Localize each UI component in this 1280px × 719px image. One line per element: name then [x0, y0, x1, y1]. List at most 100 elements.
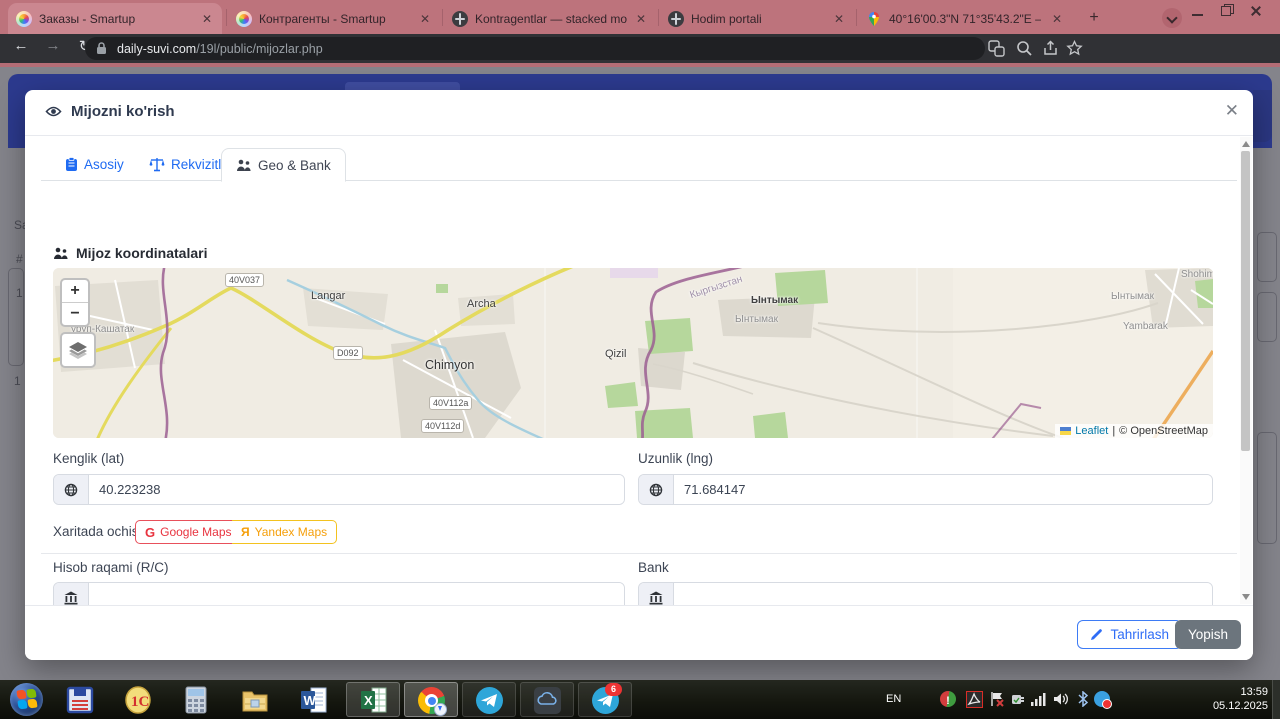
leaflet-map[interactable]: 40V037 Langar Archa уруп-Кашатак D092 Ch… — [53, 268, 1213, 438]
app-chrome-taskbar-button[interactable] — [404, 682, 458, 717]
modal-tabs: Asosiy Rekvizitlar Geo & Bank — [41, 148, 1237, 182]
app-word-icon[interactable]: W — [300, 686, 328, 714]
tab-orders[interactable]: Заказы - Smartup ✕ — [8, 3, 222, 34]
translate-icon[interactable] — [988, 40, 1005, 57]
section-title-text: Mijoz koordinatalari — [76, 245, 208, 261]
road-ref-badge: 40V037 — [225, 273, 265, 287]
yandex-maps-button[interactable]: Я Yandex Maps — [232, 520, 338, 544]
back-icon[interactable]: ← — [10, 37, 32, 54]
app-telegram-taskbar-button[interactable] — [462, 682, 516, 717]
cloud-icon — [534, 687, 561, 714]
window-minimize-button[interactable] — [1185, 4, 1211, 18]
app-1c-icon[interactable]: 1С — [124, 686, 152, 714]
tab-hodim-portali[interactable]: Hodim portali ✕ — [660, 3, 854, 34]
app-tray-icon[interactable] — [1094, 691, 1112, 709]
window-restore-button[interactable] — [1213, 4, 1239, 18]
app-cloud-taskbar-button[interactable] — [520, 682, 574, 717]
bookmark-star-icon[interactable] — [1066, 40, 1083, 57]
tab-close-icon[interactable]: ✕ — [634, 12, 648, 26]
tray-clock[interactable]: 13:59 05.12.2025 — [1213, 685, 1268, 713]
tab-google-maps-coords[interactable]: 40°16'00.3"N 71°35'43.2"E – G ✕ — [858, 3, 1072, 34]
volume-icon[interactable] — [1053, 691, 1070, 712]
zoom-search-icon[interactable] — [1016, 40, 1033, 57]
lat-input[interactable] — [89, 475, 624, 504]
language-indicator[interactable]: EN — [886, 693, 901, 705]
modal-scrollbar[interactable] — [1240, 137, 1252, 604]
tab-geo-bank[interactable]: Geo & Bank — [221, 148, 346, 182]
lock-icon — [97, 42, 106, 54]
place-label: Ынтымак — [751, 295, 799, 306]
app-floppy-icon[interactable] — [66, 686, 94, 714]
address-bar[interactable]: daily-suvi.com/19l/public/mijozlar.php — [85, 37, 985, 60]
layers-icon — [69, 342, 87, 359]
bank-label: Bank — [638, 560, 669, 575]
place-label: Shohim — [1181, 269, 1213, 280]
globe-icon — [639, 475, 674, 504]
acrobat-tray-icon[interactable] — [966, 691, 983, 708]
road-ref-badge: D092 — [333, 346, 363, 360]
place-label: Qizil — [605, 348, 627, 360]
account-label: Hisob raqami (R/C) — [53, 560, 169, 575]
close-button[interactable]: Yopish — [1174, 620, 1241, 649]
tab-search-chevron-icon[interactable] — [1162, 8, 1182, 28]
action-center-flag-icon[interactable] — [989, 691, 1005, 712]
tab-close-icon[interactable]: ✕ — [1050, 12, 1064, 26]
lng-input-group — [638, 474, 1213, 505]
browser-tab-bar: Заказы - Smartup ✕ Контрагенты - Smartup… — [0, 0, 1280, 34]
tab-kontragentlar[interactable]: Kontragentlar — stacked moda ✕ — [444, 3, 656, 34]
tab-close-icon[interactable]: ✕ — [832, 12, 846, 26]
osm-link[interactable]: © OpenStreetMap — [1119, 425, 1208, 437]
telegram-icon — [476, 687, 503, 714]
open-in-map-label: Xaritada ochish — [53, 524, 147, 539]
modal-body: Asosiy Rekvizitlar Geo & Bank Mijoz koor… — [25, 136, 1253, 605]
scroll-up-arrow-icon[interactable] — [1242, 141, 1250, 147]
background-ghost-element — [1257, 432, 1277, 544]
window-close-button[interactable] — [1243, 4, 1269, 18]
tab-separator — [442, 9, 443, 26]
google-maps-button[interactable]: G Google Maps — [135, 520, 242, 544]
tab-asosiy[interactable]: Asosiy — [51, 148, 138, 181]
map-layers-button[interactable] — [60, 332, 96, 368]
bank-input[interactable] — [674, 583, 1212, 605]
zoom-in-button[interactable]: + — [62, 280, 88, 302]
pencil-icon — [1091, 629, 1103, 640]
antivirus-tray-icon[interactable]: ! — [940, 691, 956, 707]
bank-icon — [639, 583, 674, 605]
background-ghost-element — [1257, 292, 1277, 342]
new-tab-button[interactable]: + — [1084, 8, 1104, 28]
app-calculator-icon[interactable] — [182, 686, 210, 714]
modal-close-icon[interactable]: ✕ — [1225, 101, 1239, 121]
eye-icon — [45, 106, 62, 117]
tab-kontragenty[interactable]: Контрагенты - Smartup ✕ — [228, 3, 440, 34]
leaflet-link[interactable]: Leaflet — [1075, 425, 1108, 437]
scroll-down-arrow-icon[interactable] — [1242, 594, 1250, 600]
start-button[interactable] — [10, 683, 43, 716]
app-telegram2-taskbar-button[interactable]: 6 — [578, 682, 632, 717]
globe-favicon — [668, 10, 684, 27]
forward-icon[interactable]: → — [42, 37, 64, 54]
zoom-out-button[interactable]: − — [62, 302, 88, 325]
tab-close-icon[interactable]: ✕ — [418, 12, 432, 26]
tab-close-icon[interactable]: ✕ — [200, 12, 214, 26]
bank-input-group — [638, 582, 1213, 605]
usb-device-tray-icon[interactable] — [1010, 691, 1026, 712]
edit-button[interactable]: Tahrirlash — [1077, 620, 1182, 649]
app-file-manager-icon[interactable] — [241, 686, 269, 714]
screen: Заказы - Smartup ✕ Контрагенты - Smartup… — [0, 0, 1280, 719]
section-title: Mijoz koordinatalari — [53, 245, 207, 261]
app-excel-taskbar-button[interactable]: X — [346, 682, 400, 717]
show-desktop-button[interactable] — [1272, 680, 1280, 719]
background-table-fragment: # — [16, 252, 23, 266]
account-input[interactable] — [89, 583, 624, 605]
tab-separator — [658, 9, 659, 26]
share-icon[interactable] — [1042, 40, 1059, 57]
tab-label: Geo & Bank — [258, 157, 331, 173]
svg-text:X: X — [364, 693, 373, 708]
lng-input[interactable] — [674, 475, 1212, 504]
google-maps-label: Google Maps — [160, 525, 232, 539]
scrollbar-thumb[interactable] — [1241, 151, 1250, 451]
bluetooth-icon[interactable] — [1077, 690, 1089, 712]
network-signal-icon[interactable] — [1030, 691, 1047, 712]
lat-label: Kenglik (lat) — [53, 451, 125, 466]
account-input-group — [53, 582, 625, 605]
